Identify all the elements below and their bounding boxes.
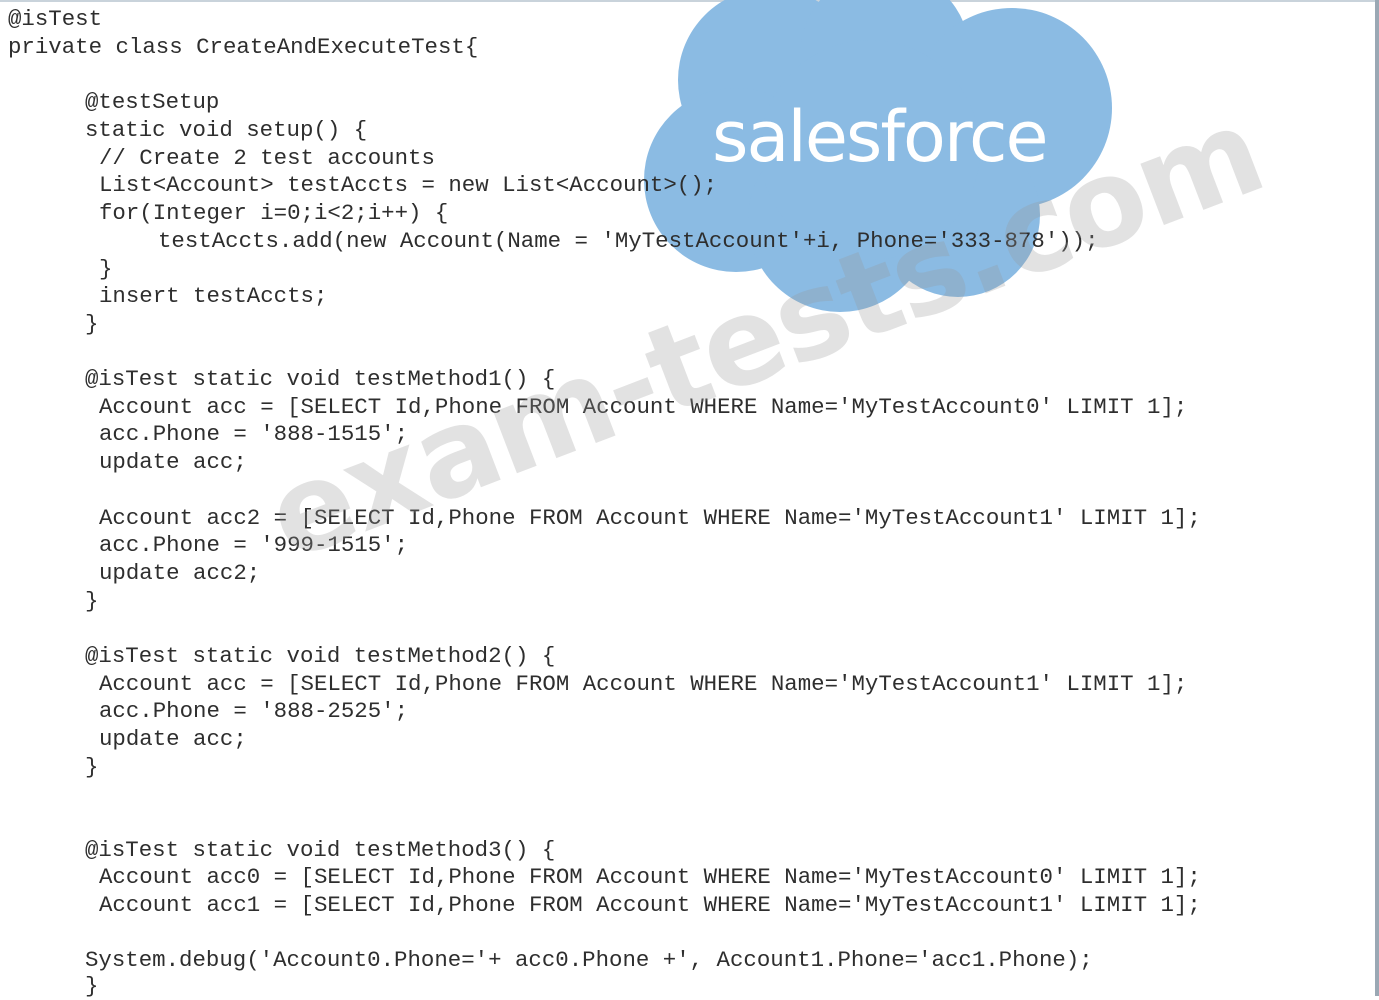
code-line: } xyxy=(85,311,99,337)
code-line: @isTest xyxy=(8,6,103,32)
code-line: @testSetup xyxy=(85,89,220,115)
code-line: @isTest static void testMethod3() { xyxy=(85,837,556,863)
code-image: salesforce @isTest private class CreateA… xyxy=(0,0,1379,999)
code-line: update acc2; xyxy=(99,560,261,586)
code-line: // Create 2 test accounts xyxy=(99,145,435,171)
code-line: Account acc0 = [SELECT Id,Phone FROM Acc… xyxy=(99,864,1201,890)
code-line: System.debug('Account0.Phone='+ acc0.Pho… xyxy=(85,947,1093,973)
code-line: Account acc2 = [SELECT Id,Phone FROM Acc… xyxy=(99,505,1201,531)
code-line: acc.Phone = '888-2525'; xyxy=(99,698,409,724)
code-line: } xyxy=(85,754,99,780)
code-line: update acc; xyxy=(99,449,247,475)
code-line: @isTest static void testMethod2() { xyxy=(85,643,556,669)
code-line: } xyxy=(99,256,113,282)
code-line: for(Integer i=0;i<2;i++) { xyxy=(99,200,449,226)
code-line: List<Account> testAccts = new List<Accou… xyxy=(99,172,718,198)
code-line: private class CreateAndExecuteTest{ xyxy=(8,34,479,60)
code-line: } xyxy=(85,588,99,614)
right-border xyxy=(1375,0,1379,996)
code-line: update acc; xyxy=(99,726,247,752)
code-line: insert testAccts; xyxy=(99,283,328,309)
code-line: Account acc = [SELECT Id,Phone FROM Acco… xyxy=(99,671,1188,697)
code-line: Account acc1 = [SELECT Id,Phone FROM Acc… xyxy=(99,892,1201,918)
salesforce-logo-text: salesforce xyxy=(712,96,1049,178)
code-line: static void setup() { xyxy=(85,117,368,143)
